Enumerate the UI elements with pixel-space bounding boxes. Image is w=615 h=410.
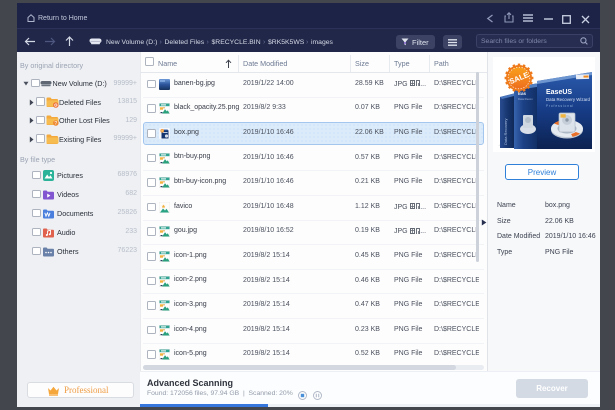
- svg-text:EaseUS: EaseUS: [546, 89, 572, 96]
- svg-text:Data Recovery Wizard: Data Recovery Wizard: [546, 97, 590, 102]
- svg-text:Data Recov: Data Recov: [518, 97, 533, 101]
- svg-text:P r o f e s s i o n a l: P r o f e s s i o n a l: [546, 104, 574, 108]
- svg-text:Data Recovery: Data Recovery: [503, 119, 508, 145]
- svg-text:?: ?: [54, 121, 57, 126]
